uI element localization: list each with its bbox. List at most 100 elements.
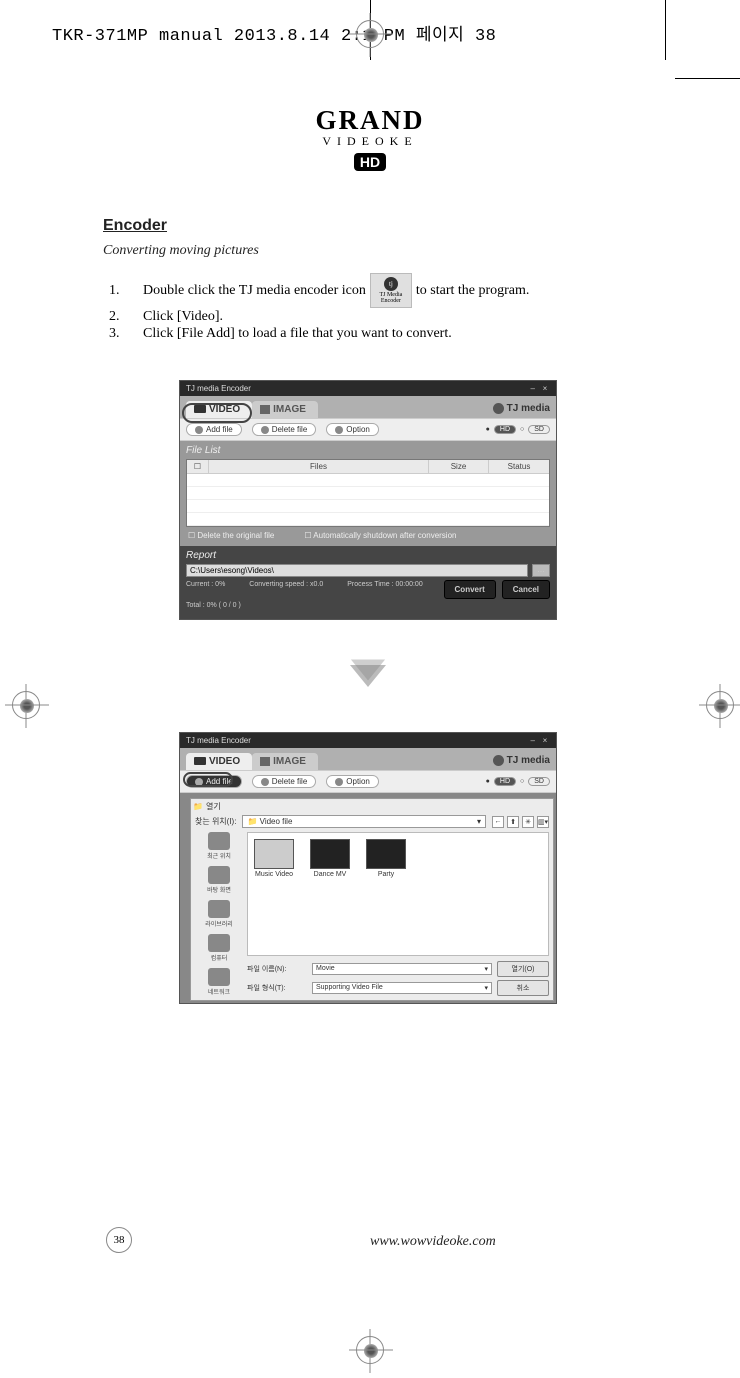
sidebar-item-library[interactable]: 라이브러리 — [205, 900, 233, 928]
image-icon — [260, 757, 270, 766]
video-thumbnail-icon — [310, 839, 350, 869]
tj-logo-icon — [493, 403, 504, 414]
table-row — [187, 474, 549, 487]
tj-logo-icon — [493, 755, 504, 766]
video-thumbnail-icon — [366, 839, 406, 869]
table-row — [187, 487, 549, 500]
desktop-icon — [208, 866, 230, 884]
tj-media-encoder-icon: tj TJ Media Encoder — [370, 273, 412, 308]
quality-sd-toggle[interactable]: SD — [528, 425, 550, 434]
minus-icon — [261, 426, 269, 434]
convert-button[interactable]: Convert — [444, 580, 496, 599]
option-button[interactable]: Option — [326, 423, 379, 436]
minimize-icon[interactable]: – — [528, 384, 538, 393]
crop-mark — [675, 78, 740, 79]
places-sidebar: 최근 위치 바탕 화면 라이브러리 컴퓨터 네트워크 — [195, 832, 243, 996]
open-button[interactable]: 열기(O) — [497, 961, 549, 977]
delete-file-button[interactable]: Delete file — [252, 775, 317, 788]
file-list-table: ☐ Files Size Status — [186, 459, 550, 527]
stat-total: Total : 0% ( 0 / 0 ) — [186, 602, 550, 609]
window-titlebar: TJ media Encoder – × — [180, 733, 556, 748]
minimize-icon[interactable]: – — [528, 736, 538, 745]
filename-input[interactable]: Movie▾ — [312, 963, 492, 975]
computer-icon — [208, 934, 230, 952]
instruction-list: 1. Double click the TJ media encoder ico… — [103, 273, 633, 342]
window-title: TJ media Encoder — [186, 736, 251, 745]
up-icon[interactable]: ⬆ — [507, 816, 519, 828]
filetype-label: 파일 형식(T): — [247, 983, 307, 993]
chevron-down-icon: ▾ — [484, 965, 488, 973]
column-header-size: Size — [429, 460, 489, 473]
file-item[interactable]: Music Video — [254, 839, 294, 878]
view-menu-icon[interactable]: ▥▾ — [537, 816, 549, 828]
registration-mark-icon — [356, 20, 384, 48]
quality-hd-toggle[interactable]: HD — [494, 777, 516, 786]
print-proof-header: TKR-371MP manual 2013.8.14 2:1 PM 페이지 38 — [52, 20, 496, 46]
tab-video[interactable]: VIDEO — [186, 753, 252, 770]
file-browser-pane[interactable]: Music Video Dance MV Party — [247, 832, 549, 956]
registration-mark-icon — [356, 1336, 384, 1364]
auto-shutdown-checkbox[interactable]: Automatically shutdown after conversion — [304, 531, 456, 540]
table-row — [187, 500, 549, 513]
tab-label: IMAGE — [273, 404, 306, 415]
registration-mark-icon — [12, 691, 40, 719]
stat-speed: Converting speed : x0.0 — [249, 581, 323, 588]
section-title: Encoder — [103, 217, 633, 235]
image-icon — [260, 405, 270, 414]
step-number: 2. — [103, 309, 143, 325]
registration-mark-icon — [706, 691, 734, 719]
cancel-button[interactable]: Cancel — [502, 580, 550, 599]
tab-image[interactable]: IMAGE — [252, 401, 318, 418]
open-file-dialog: 📁 열기 찾는 위치(I): 📁 Video file ▾ ← ⬆ ✳ ▥▾ — [190, 798, 554, 1001]
step-text: Click [File Add] to load a file that you… — [143, 326, 452, 342]
delete-original-checkbox[interactable]: Delete the original file — [188, 531, 274, 540]
step-3: 3. Click [File Add] to load a file that … — [103, 326, 633, 342]
window-title: TJ media Encoder — [186, 384, 251, 393]
look-in-combo[interactable]: 📁 Video file ▾ — [242, 815, 486, 828]
close-icon[interactable]: × — [540, 736, 550, 745]
file-item[interactable]: Dance MV — [310, 839, 350, 878]
encoder-open-dialog-window: TJ media Encoder – × VIDEO IMAGE TJ medi… — [179, 732, 557, 1004]
down-arrow-icon — [350, 665, 386, 687]
video-thumbnail-icon — [254, 839, 294, 869]
table-row — [187, 513, 549, 526]
quality-hd-toggle[interactable]: HD — [494, 425, 516, 434]
output-path-input[interactable] — [186, 564, 528, 577]
tab-image[interactable]: IMAGE — [252, 753, 318, 770]
sidebar-item-network[interactable]: 네트워크 — [208, 968, 230, 996]
gear-icon — [335, 426, 343, 434]
add-file-button[interactable]: Add file — [186, 423, 242, 436]
crop-mark — [665, 0, 666, 60]
encoder-main-window: TJ media Encoder – × VIDEO IMAGE TJ medi… — [179, 380, 557, 620]
select-all-checkbox[interactable]: ☐ — [187, 460, 209, 473]
filetype-combo[interactable]: Supporting Video File▾ — [312, 982, 492, 994]
chevron-down-icon: ▾ — [477, 817, 481, 826]
sidebar-item-desktop[interactable]: 바탕 화면 — [207, 866, 231, 894]
brand-name: GRAND — [0, 105, 740, 136]
library-icon — [208, 900, 230, 918]
browse-button[interactable]: … — [532, 564, 550, 577]
quality-sd-toggle[interactable]: SD — [528, 777, 550, 786]
folder-icon: 📁 — [247, 817, 257, 826]
highlight-oval-icon — [183, 772, 233, 787]
step-number: 3. — [103, 326, 143, 342]
app-brand: TJ media — [493, 403, 550, 418]
filelist-heading: File List — [186, 445, 550, 456]
sidebar-item-computer[interactable]: 컴퓨터 — [208, 934, 230, 962]
close-icon[interactable]: × — [540, 384, 550, 393]
cancel-button[interactable]: 취소 — [497, 980, 549, 996]
recent-icon — [208, 832, 230, 850]
back-icon[interactable]: ← — [492, 816, 504, 828]
section-subtitle: Converting moving pictures — [103, 243, 633, 259]
option-button[interactable]: Option — [326, 775, 379, 788]
column-header-files: Files — [209, 460, 429, 473]
new-folder-icon[interactable]: ✳ — [522, 816, 534, 828]
delete-file-button[interactable]: Delete file — [252, 423, 317, 436]
camcorder-icon — [194, 757, 206, 765]
file-item[interactable]: Party — [366, 839, 406, 878]
hd-badge-icon: HD — [354, 153, 386, 171]
sidebar-item-recent[interactable]: 최근 위치 — [207, 832, 231, 860]
page-number: 38 — [106, 1227, 132, 1253]
step-2: 2. Click [Video]. — [103, 309, 633, 325]
brand-subtitle: VIDEOKE — [0, 134, 740, 149]
